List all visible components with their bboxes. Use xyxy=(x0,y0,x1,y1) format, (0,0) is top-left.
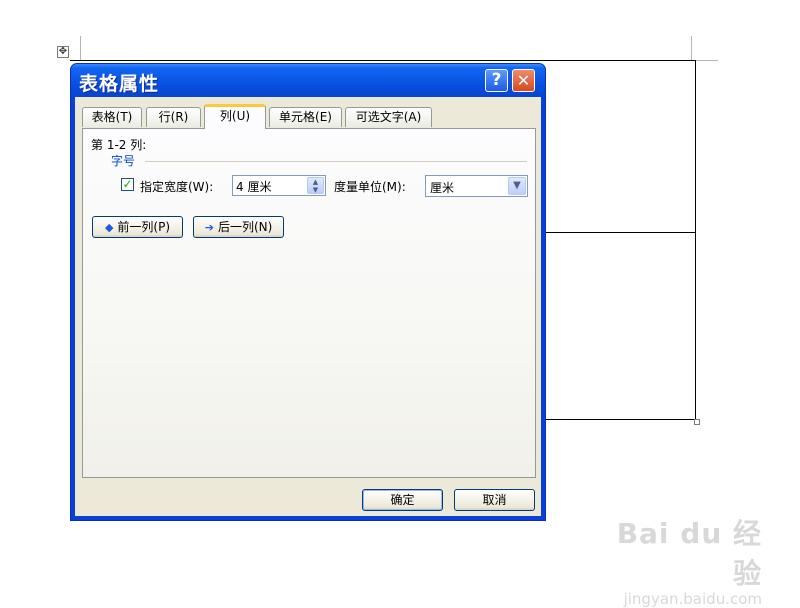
stepper-arrows-icon[interactable]: ▲ ▼ xyxy=(307,177,324,194)
tab-cell-label: 单元格(E) xyxy=(279,110,332,124)
table-border-bottom xyxy=(546,419,696,420)
dialog-title: 表格属性 xyxy=(79,73,160,95)
table-border-right xyxy=(695,60,696,420)
previous-column-label: 前一列(P) xyxy=(117,220,171,234)
column-range-label: 第 1-2 列: xyxy=(91,138,147,152)
measure-unit-value: 厘米 xyxy=(430,181,455,195)
table-border-top xyxy=(70,60,696,61)
dialog-client-area: 表格(T) 行(R) 列(U) 单元格(E) 可选文字(A) 第 1-2 列: … xyxy=(75,97,541,516)
width-value: 4 厘米 xyxy=(236,180,272,194)
tab-cell[interactable]: 单元格(E) xyxy=(269,107,342,127)
width-stepper[interactable]: 4 厘米 ▲ ▼ xyxy=(232,175,326,196)
table-resize-handle[interactable] xyxy=(694,419,700,425)
next-column-label: 后一列(N) xyxy=(217,220,273,234)
chevron-down-icon[interactable]: ▼ xyxy=(508,177,526,195)
group-divider xyxy=(145,161,527,162)
tab-row-label: 行(R) xyxy=(158,110,189,124)
dialog-titlebar[interactable]: 表格属性 ? ✕ xyxy=(71,64,545,97)
specify-width-label: 指定宽度(W): xyxy=(140,180,214,194)
specify-width-checkbox[interactable]: ✓ xyxy=(121,178,134,191)
table-properties-dialog: 表格属性 ? ✕ 表格(T) 行(R) 列(U) 单元格(E) 可选文字(A) … xyxy=(70,63,546,521)
measure-unit-select[interactable]: 厘米 ▼ xyxy=(425,175,528,197)
watermark-logo: Bai du 经验 xyxy=(616,517,762,590)
column-tab-panel: 第 1-2 列: 字号 ✓ 指定宽度(W): 4 厘米 ▲ ▼ 度量单位(M): … xyxy=(82,128,536,478)
measure-unit-label: 度量单位(M): xyxy=(334,180,406,194)
tab-table[interactable]: 表格(T) xyxy=(82,107,142,127)
group-label: 字号 xyxy=(111,154,136,168)
next-column-button[interactable]: ➔ 后一列(N) xyxy=(193,216,284,238)
ruler-vertical-left xyxy=(80,36,81,60)
ruler-vertical-right xyxy=(691,36,692,60)
cancel-button[interactable]: 取消 xyxy=(454,489,535,511)
tab-alt-text-label: 可选文字(A) xyxy=(355,110,422,124)
tab-column-label: 列(U) xyxy=(219,109,251,123)
arrow-left-icon: ◆ xyxy=(104,221,114,234)
close-icon[interactable]: ✕ xyxy=(512,69,535,92)
tab-alt-text[interactable]: 可选文字(A) xyxy=(345,107,432,127)
previous-column-button[interactable]: ◆ 前一列(P) xyxy=(92,216,183,238)
table-move-icon[interactable]: ✥ xyxy=(57,46,69,58)
table-row-divider xyxy=(546,232,696,233)
watermark: Bai du 经验 jingyan.baidu.com xyxy=(612,512,762,608)
help-icon[interactable]: ? xyxy=(485,69,508,92)
arrow-right-icon: ➔ xyxy=(204,221,214,234)
tab-table-label: 表格(T) xyxy=(91,110,133,124)
tab-row[interactable]: 行(R) xyxy=(146,107,201,127)
tab-column[interactable]: 列(U) xyxy=(204,104,266,129)
ok-button[interactable]: 确定 xyxy=(362,489,443,511)
watermark-url: jingyan.baidu.com xyxy=(623,590,762,608)
